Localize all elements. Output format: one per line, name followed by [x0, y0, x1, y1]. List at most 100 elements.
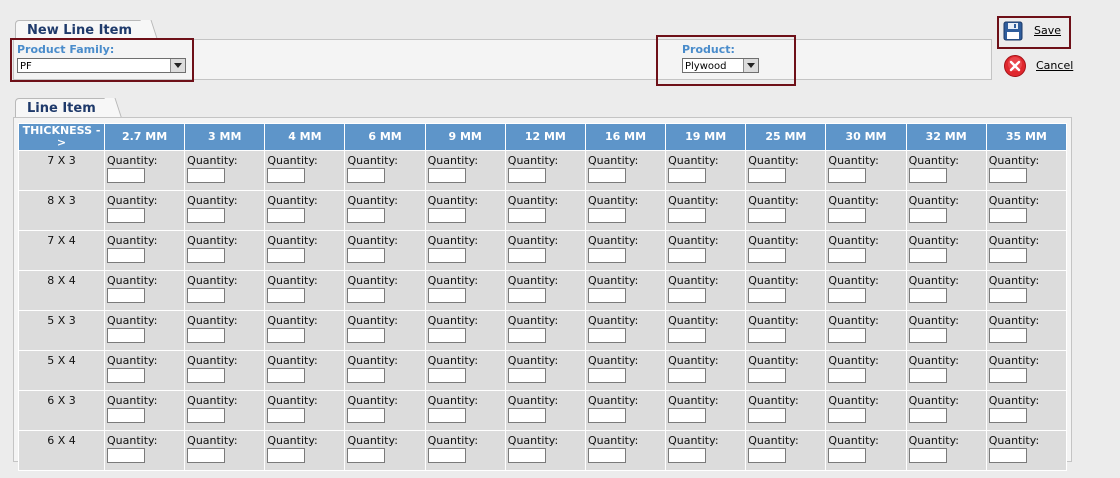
quantity-input[interactable] [668, 208, 707, 223]
quantity-input[interactable] [427, 248, 466, 263]
quantity-input[interactable] [267, 448, 306, 463]
quantity-input[interactable] [988, 168, 1027, 183]
quantity-input[interactable] [107, 328, 145, 343]
quantity-input[interactable] [828, 168, 867, 183]
quantity-input[interactable] [668, 328, 707, 343]
quantity-input[interactable] [988, 288, 1027, 303]
quantity-input[interactable] [507, 328, 546, 343]
quantity-input[interactable] [668, 168, 707, 183]
quantity-input[interactable] [507, 408, 546, 423]
quantity-input[interactable] [507, 168, 546, 183]
quantity-input[interactable] [347, 448, 386, 463]
quantity-input[interactable] [908, 248, 947, 263]
quantity-input[interactable] [988, 448, 1027, 463]
quantity-input[interactable] [748, 208, 787, 223]
quantity-input[interactable] [187, 448, 226, 463]
quantity-input[interactable] [107, 208, 145, 223]
quantity-input[interactable] [748, 288, 787, 303]
quantity-input[interactable] [427, 448, 466, 463]
quantity-input[interactable] [107, 448, 145, 463]
quantity-input[interactable] [668, 448, 707, 463]
quantity-input[interactable] [587, 368, 626, 383]
quantity-input[interactable] [668, 408, 707, 423]
quantity-input[interactable] [587, 408, 626, 423]
quantity-input[interactable] [908, 408, 947, 423]
product-family-select[interactable]: PF [17, 58, 186, 73]
quantity-input[interactable] [187, 208, 226, 223]
product-select[interactable]: Plywood [682, 58, 759, 73]
quantity-input[interactable] [668, 288, 707, 303]
quantity-input[interactable] [828, 408, 867, 423]
quantity-input[interactable] [267, 408, 306, 423]
quantity-input[interactable] [267, 368, 306, 383]
quantity-input[interactable] [267, 208, 306, 223]
quantity-input[interactable] [828, 208, 867, 223]
quantity-input[interactable] [908, 368, 947, 383]
quantity-input[interactable] [668, 368, 707, 383]
quantity-input[interactable] [107, 288, 145, 303]
quantity-input[interactable] [988, 368, 1027, 383]
quantity-input[interactable] [748, 248, 787, 263]
save-button[interactable]: Save [1000, 19, 1064, 45]
quantity-input[interactable] [107, 248, 145, 263]
quantity-input[interactable] [828, 288, 867, 303]
quantity-input[interactable] [347, 248, 386, 263]
quantity-input[interactable] [908, 328, 947, 343]
quantity-input[interactable] [427, 208, 466, 223]
chevron-down-icon[interactable] [743, 59, 758, 72]
quantity-input[interactable] [507, 248, 546, 263]
quantity-input[interactable] [988, 328, 1027, 343]
quantity-input[interactable] [107, 368, 145, 383]
quantity-input[interactable] [988, 208, 1027, 223]
chevron-down-icon[interactable] [170, 59, 185, 72]
quantity-input[interactable] [267, 288, 306, 303]
cancel-button[interactable]: Cancel [1002, 54, 1074, 78]
quantity-input[interactable] [507, 208, 546, 223]
quantity-input[interactable] [908, 448, 947, 463]
quantity-input[interactable] [347, 368, 386, 383]
quantity-input[interactable] [187, 368, 226, 383]
quantity-input[interactable] [988, 408, 1027, 423]
quantity-input[interactable] [187, 328, 226, 343]
quantity-input[interactable] [187, 408, 226, 423]
quantity-input[interactable] [427, 288, 466, 303]
quantity-input[interactable] [748, 328, 787, 343]
quantity-input[interactable] [347, 168, 386, 183]
quantity-input[interactable] [267, 248, 306, 263]
quantity-input[interactable] [427, 328, 466, 343]
quantity-input[interactable] [828, 448, 867, 463]
quantity-input[interactable] [347, 288, 386, 303]
quantity-input[interactable] [828, 248, 867, 263]
quantity-input[interactable] [507, 448, 546, 463]
quantity-input[interactable] [748, 448, 787, 463]
quantity-input[interactable] [828, 328, 867, 343]
quantity-input[interactable] [107, 408, 145, 423]
quantity-input[interactable] [908, 168, 947, 183]
quantity-input[interactable] [427, 368, 466, 383]
quantity-input[interactable] [668, 248, 707, 263]
quantity-input[interactable] [908, 288, 947, 303]
quantity-input[interactable] [988, 248, 1027, 263]
quantity-input[interactable] [748, 408, 787, 423]
quantity-input[interactable] [187, 288, 226, 303]
quantity-input[interactable] [187, 248, 226, 263]
quantity-input[interactable] [427, 168, 466, 183]
quantity-input[interactable] [507, 368, 546, 383]
quantity-input[interactable] [267, 328, 306, 343]
quantity-input[interactable] [748, 368, 787, 383]
quantity-input[interactable] [587, 168, 626, 183]
quantity-input[interactable] [587, 448, 626, 463]
quantity-input[interactable] [908, 208, 947, 223]
quantity-input[interactable] [587, 328, 626, 343]
quantity-input[interactable] [267, 168, 306, 183]
quantity-input[interactable] [587, 288, 626, 303]
quantity-input[interactable] [828, 368, 867, 383]
quantity-input[interactable] [347, 328, 386, 343]
quantity-input[interactable] [347, 408, 386, 423]
quantity-input[interactable] [748, 168, 787, 183]
quantity-input[interactable] [587, 208, 626, 223]
quantity-input[interactable] [347, 208, 386, 223]
quantity-input[interactable] [427, 408, 466, 423]
quantity-input[interactable] [187, 168, 226, 183]
quantity-input[interactable] [107, 168, 145, 183]
